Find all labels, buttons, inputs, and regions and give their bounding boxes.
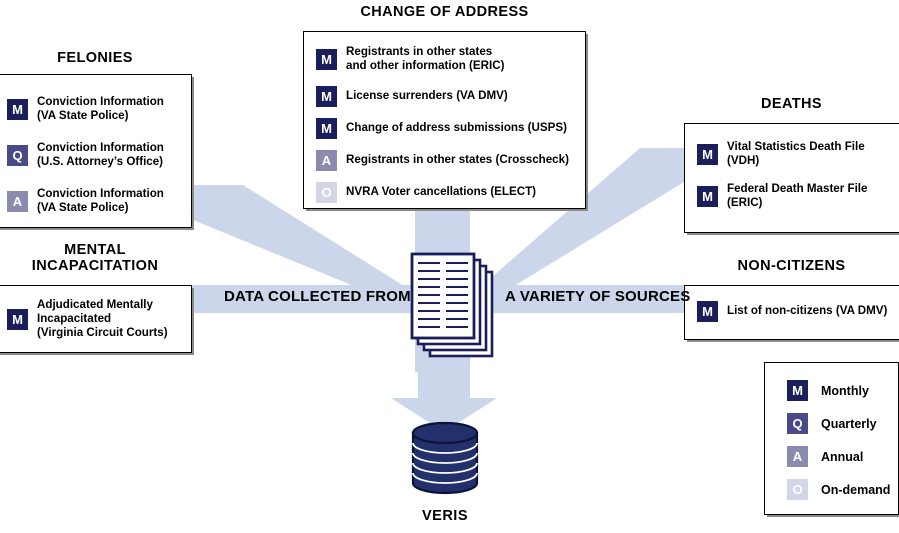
badge-monthly-icon: M xyxy=(697,143,718,165)
documents-stack-icon xyxy=(410,252,494,358)
deaths-item-1[interactable]: M Federal Death Master File (ERIC) xyxy=(697,182,867,210)
change-of-address-item-1[interactable]: M License surrenders (VA DMV) xyxy=(316,86,508,107)
felonies-heading: FELONIES xyxy=(57,50,133,66)
veris-label: VERIS xyxy=(421,508,468,524)
change-of-address-panel: M Registrants in other states and other … xyxy=(303,31,586,209)
change-of-address-item-0[interactable]: M Registrants in other states and other … xyxy=(316,45,504,73)
badge-annual-icon: A xyxy=(7,190,28,212)
legend-item-ondemand-label: On-demand xyxy=(821,482,891,497)
felonies-item-0-label: Conviction Information (VA State Police) xyxy=(37,95,164,123)
band-label-right: A VARIETY OF SOURCES xyxy=(505,288,691,305)
legend-item-annual[interactable]: A Annual xyxy=(787,446,863,467)
database-cylinder-icon xyxy=(411,421,479,495)
deaths-item-1-label: Federal Death Master File (ERIC) xyxy=(727,182,868,210)
badge-monthly-icon: M xyxy=(697,301,718,322)
diagram-canvas: FELONIES M Conviction Information (VA St… xyxy=(0,0,899,533)
mental-incapacitation-panel: M Adjudicated Mentally Incapacitated (Vi… xyxy=(0,285,192,353)
change-of-address-heading: CHANGE OF ADDRESS xyxy=(360,4,529,20)
badge-monthly-icon: M xyxy=(316,118,337,139)
badge-monthly-icon: M xyxy=(316,48,337,70)
mental-incapacitation-item-0[interactable]: M Adjudicated Mentally Incapacitated (Vi… xyxy=(7,298,168,340)
deaths-heading: DEATHS xyxy=(761,96,822,112)
change-of-address-item-2[interactable]: M Change of address submissions (USPS) xyxy=(316,118,567,139)
legend-item-quarterly-label: Quarterly xyxy=(821,416,877,431)
change-of-address-item-4[interactable]: O NVRA Voter cancellations (ELECT) xyxy=(316,182,536,203)
non-citizens-item-0-label: List of non-citizens (VA DMV) xyxy=(727,304,888,318)
legend-item-ondemand[interactable]: O On-demand xyxy=(787,479,890,500)
felonies-item-0[interactable]: M Conviction Information (VA State Polic… xyxy=(7,95,164,123)
change-of-address-item-4-label: NVRA Voter cancellations (ELECT) xyxy=(346,185,537,199)
non-citizens-item-0[interactable]: M List of non-citizens (VA DMV) xyxy=(697,301,887,322)
band-label-left: DATA COLLECTED FROM xyxy=(224,288,411,305)
badge-quarterly-icon: Q xyxy=(787,413,808,434)
badge-monthly-icon: M xyxy=(787,380,808,401)
legend-item-monthly-label: Monthly xyxy=(821,383,869,398)
badge-annual-icon: A xyxy=(787,446,808,467)
deaths-item-0[interactable]: M Vital Statistics Death File (VDH) xyxy=(697,140,865,168)
change-of-address-item-1-label: License surrenders (VA DMV) xyxy=(346,89,508,103)
badge-monthly-icon: M xyxy=(697,185,718,207)
badge-monthly-icon: M xyxy=(7,308,28,330)
non-citizens-panel: M List of non-citizens (VA DMV) xyxy=(684,285,899,340)
legend-panel: M Monthly Q Quarterly A Annual O On-dema… xyxy=(764,362,899,515)
deaths-item-0-label: Vital Statistics Death File (VDH) xyxy=(727,140,865,168)
change-of-address-item-0-label: Registrants in other states and other in… xyxy=(346,45,505,73)
badge-quarterly-icon: Q xyxy=(7,144,28,166)
change-of-address-item-3[interactable]: A Registrants in other states (Crosschec… xyxy=(316,150,569,171)
badge-monthly-icon: M xyxy=(7,98,28,120)
mental-incapacitation-item-0-label: Adjudicated Mentally Incapacitated (Virg… xyxy=(37,298,168,340)
badge-ondemand-icon: O xyxy=(316,182,337,203)
felonies-item-1-label: Conviction Information (U.S. Attorney’s … xyxy=(37,141,164,169)
change-of-address-item-3-label: Registrants in other states (Crosscheck) xyxy=(346,153,569,167)
felonies-panel: M Conviction Information (VA State Polic… xyxy=(0,74,192,228)
felonies-item-2-label: Conviction Information (VA State Police) xyxy=(37,187,164,215)
deaths-panel: M Vital Statistics Death File (VDH) M Fe… xyxy=(684,123,899,233)
legend-item-quarterly[interactable]: Q Quarterly xyxy=(787,413,877,434)
non-citizens-heading: NON-CITIZENS xyxy=(737,258,846,274)
badge-annual-icon: A xyxy=(316,150,337,171)
badge-ondemand-icon: O xyxy=(787,479,808,500)
felonies-item-1[interactable]: Q Conviction Information (U.S. Attorney’… xyxy=(7,141,164,169)
mental-incapacitation-heading: MENTAL INCAPACITATION xyxy=(31,242,159,275)
legend-item-annual-label: Annual xyxy=(821,449,864,464)
badge-monthly-icon: M xyxy=(316,86,337,107)
legend-item-monthly[interactable]: M Monthly xyxy=(787,380,869,401)
change-of-address-item-2-label: Change of address submissions (USPS) xyxy=(346,121,567,135)
felonies-item-2[interactable]: A Conviction Information (VA State Polic… xyxy=(7,187,164,215)
